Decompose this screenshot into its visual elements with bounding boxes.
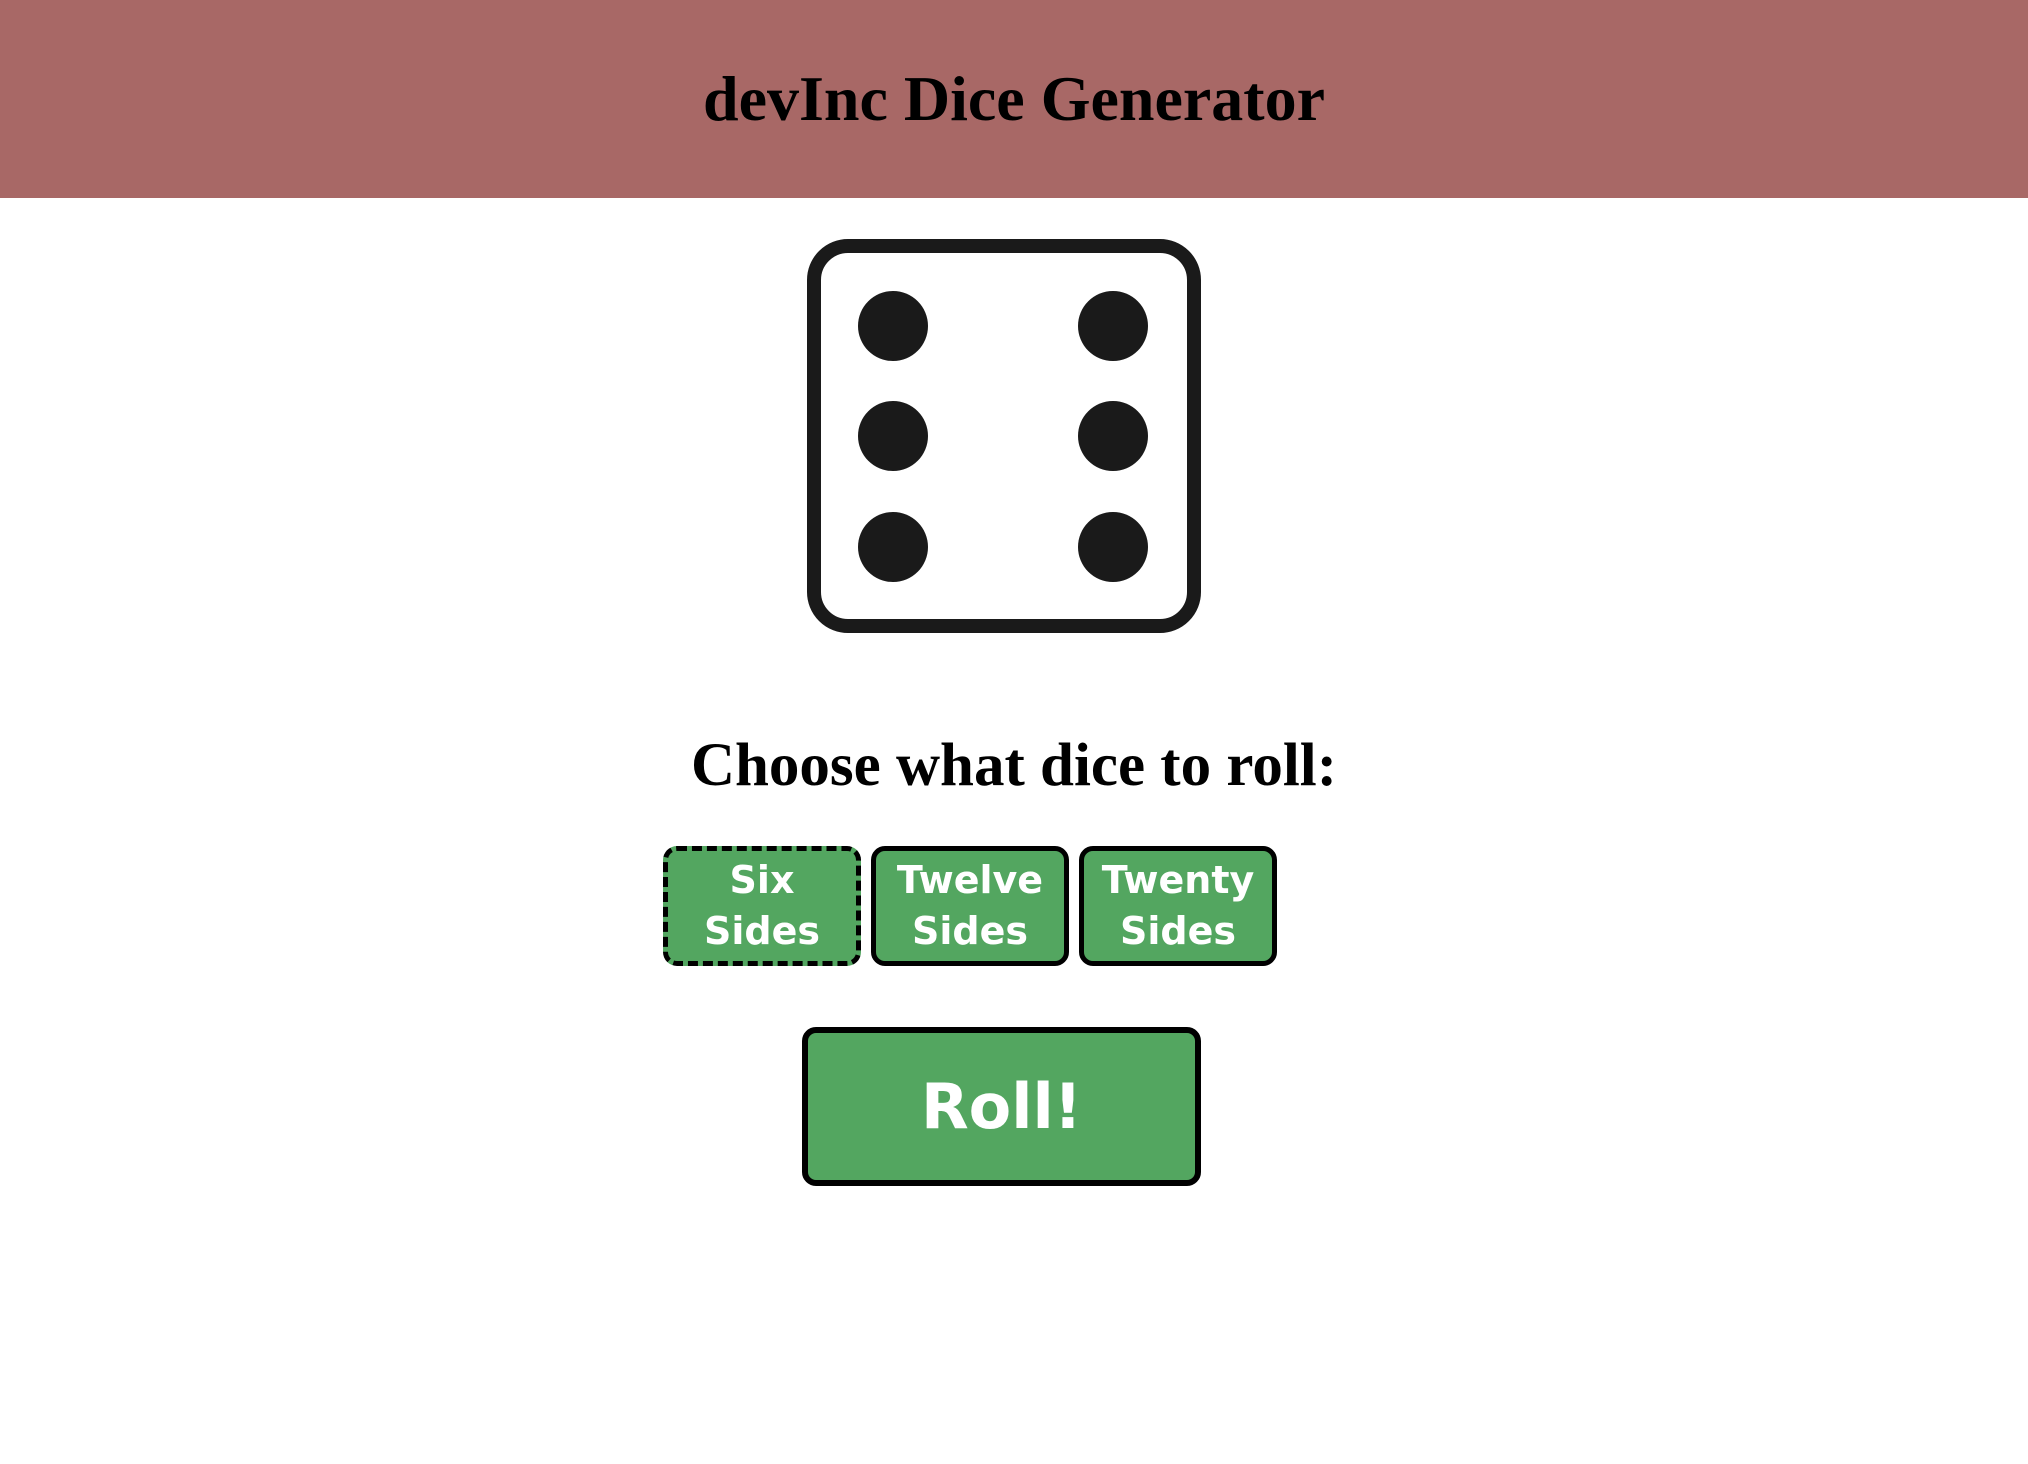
die-pip: [1078, 291, 1148, 361]
app-header: devInc Dice Generator: [0, 0, 2028, 198]
dice-options-group: Six Sides Twelve Sides Twenty Sides: [663, 846, 1277, 966]
roll-button[interactable]: Roll!: [802, 1027, 1201, 1186]
twelve-sides-label: Twelve Sides: [896, 858, 1044, 953]
die-pip: [858, 512, 928, 582]
six-sides-button[interactable]: Six Sides: [663, 846, 861, 966]
roll-button-label: Roll!: [920, 1070, 1083, 1143]
die-pip: [858, 401, 928, 471]
six-sides-label: Six Sides: [704, 858, 820, 953]
die-pip: [858, 291, 928, 361]
dice-choice-prompt: Choose what dice to roll:: [690, 732, 1338, 799]
twenty-sides-label: Twenty Sides: [1101, 858, 1255, 953]
page-title: devInc Dice Generator: [702, 63, 1326, 134]
die-pip: [1078, 512, 1148, 582]
twenty-sides-button[interactable]: Twenty Sides: [1079, 846, 1277, 966]
die-pip: [1078, 401, 1148, 471]
twelve-sides-button[interactable]: Twelve Sides: [871, 846, 1069, 966]
die-six-icon: [807, 239, 1201, 633]
